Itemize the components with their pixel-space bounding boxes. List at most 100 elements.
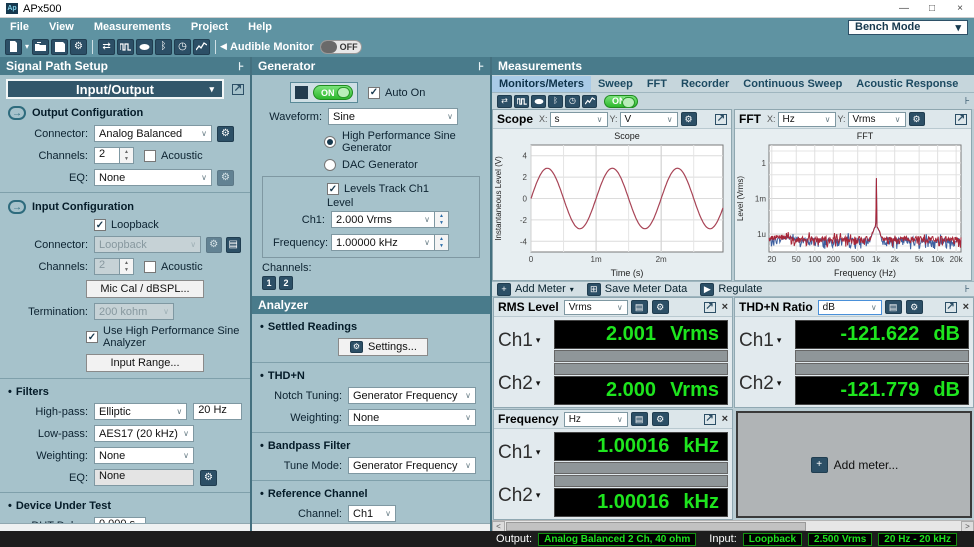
input-channels-stepper[interactable]: ▲▼	[120, 258, 134, 275]
input-range-button[interactable]: Input Range...	[86, 354, 204, 372]
mic-cal-button[interactable]: Mic Cal / dBSPL...	[86, 280, 204, 298]
analyzer-icon[interactable]	[531, 95, 546, 108]
notch-tuning-dropdown[interactable]: Generator Frequency	[348, 387, 476, 404]
tab-continuous-sweep[interactable]: Continuous Sweep	[736, 76, 849, 92]
bluetooth-icon[interactable]: ᛒ	[155, 39, 172, 55]
fft-settings-gear-icon[interactable]: ⚙	[909, 112, 925, 126]
close-icon[interactable]: ×	[963, 301, 969, 313]
close-button[interactable]: ×	[946, 0, 974, 17]
input-output-selector[interactable]: Input/Output ▾	[6, 79, 224, 99]
thdn-unit-dropdown[interactable]: dB	[818, 300, 882, 315]
output-connector-dropdown[interactable]: Analog Balanced	[94, 125, 212, 142]
monitor-chart-icon[interactable]	[193, 39, 210, 55]
scope-popout-icon[interactable]: ↗	[715, 114, 727, 125]
close-icon[interactable]: ×	[722, 301, 728, 313]
scope-y-dropdown[interactable]: V	[620, 112, 678, 127]
bar-display-icon[interactable]: ▤	[631, 300, 648, 314]
input-acoustic-checkbox[interactable]	[144, 261, 156, 273]
input-connector-dropdown[interactable]: Loopback	[94, 236, 201, 253]
rms-unit-dropdown[interactable]: Vrms	[564, 300, 628, 315]
fft-x-dropdown[interactable]: Hz	[778, 112, 836, 127]
dac-generator-radio[interactable]	[324, 159, 336, 171]
gear-icon[interactable]: ⚙	[652, 412, 669, 426]
minimize-button[interactable]: —	[890, 0, 918, 17]
open-project-button[interactable]	[32, 39, 49, 55]
highpass-frequency-input[interactable]: 20 Hz	[193, 403, 242, 420]
channel-selector[interactable]: Ch2▾	[498, 485, 554, 507]
analyzer-weighting-dropdown[interactable]: None	[348, 409, 476, 426]
bluetooth-icon[interactable]: ᛒ	[548, 95, 563, 108]
output-connector-settings-gear-icon[interactable]: ⚙	[217, 126, 234, 142]
highpass-dropdown[interactable]: Elliptic	[94, 403, 187, 420]
popout-icon[interactable]: ↗	[232, 84, 244, 95]
monitor-chart-icon[interactable]	[582, 95, 597, 108]
tab-fft[interactable]: FFT	[640, 76, 674, 92]
scope-settings-gear-icon[interactable]: ⚙	[681, 112, 697, 126]
menu-help[interactable]: Help	[238, 21, 282, 33]
fft-popout-icon[interactable]: ↗	[955, 114, 967, 125]
monitors-on-toggle[interactable]: ON	[604, 95, 638, 108]
generator-waveform-icon[interactable]	[514, 95, 529, 108]
frequency-stepper[interactable]: ▲▼	[435, 234, 449, 251]
gear-icon[interactable]: ⚙	[652, 300, 669, 314]
channel-selector[interactable]: Ch1▾	[498, 442, 554, 464]
settings-gear-button[interactable]: ⚙	[70, 39, 87, 55]
generator-on-toggle[interactable]: ON	[290, 82, 358, 103]
channel-selector[interactable]: Ch1▾	[498, 330, 554, 352]
signal-path-setup-icon[interactable]: ⇄	[98, 39, 115, 55]
popout-icon[interactable]: ↗	[704, 414, 716, 425]
menu-project[interactable]: Project	[181, 21, 238, 33]
tab-acoustic-response[interactable]: Acoustic Response	[849, 76, 965, 92]
filters-eq-gear-icon[interactable]: ⚙	[200, 470, 217, 486]
audible-monitor-toggle[interactable]: OFF	[320, 40, 362, 54]
tab-monitors-meters[interactable]: Monitors/Meters	[492, 76, 591, 92]
tab-recorder[interactable]: Recorder	[674, 76, 736, 92]
input-connector-gear-icon[interactable]: ⚙	[206, 237, 221, 253]
add-meter-placeholder[interactable]: + Add meter...	[736, 411, 972, 518]
channel-1-button[interactable]: 1	[262, 276, 276, 290]
output-channels-stepper[interactable]: ▲▼	[120, 147, 134, 164]
termination-dropdown[interactable]: 200 kohm	[94, 303, 174, 320]
save-meter-data-button[interactable]: ⊞ Save Meter Data	[586, 283, 688, 296]
scope-x-dropdown[interactable]: s	[550, 112, 608, 127]
ch1-level-stepper[interactable]: ▲▼	[435, 211, 449, 228]
bench-mode-dropdown[interactable]: Bench Mode ▾	[848, 20, 968, 35]
bar-display-icon[interactable]: ▤	[631, 412, 648, 426]
weighting-dropdown[interactable]: None	[94, 447, 194, 464]
add-meter-button[interactable]: + Add Meter ▾	[496, 283, 574, 296]
output-eq-dropdown[interactable]: None	[94, 169, 212, 186]
auto-on-checkbox[interactable]: ✓	[368, 87, 380, 99]
channel-selector[interactable]: Ch1▾	[739, 330, 795, 352]
fft-y-dropdown[interactable]: Vrms	[848, 112, 906, 127]
loopback-checkbox[interactable]: ✓	[94, 219, 106, 231]
close-icon[interactable]: ×	[722, 413, 728, 425]
channel-selector[interactable]: Ch2▾	[739, 373, 795, 395]
levels-track-checkbox[interactable]: ✓	[327, 183, 339, 195]
settings-button[interactable]: ⚙ Settings...	[338, 338, 428, 356]
analyzer-icon[interactable]	[136, 39, 153, 55]
pin-icon[interactable]: ⊦	[238, 60, 244, 73]
frequency-unit-dropdown[interactable]: Hz	[564, 412, 628, 427]
menu-view[interactable]: View	[39, 21, 84, 33]
new-project-caret-icon[interactable]: ▾	[25, 42, 29, 51]
frequency-dropdown[interactable]: 1.00000 kHz	[331, 234, 435, 251]
popout-icon[interactable]: ↗	[945, 302, 957, 313]
pin-icon[interactable]: ⊦	[478, 60, 484, 73]
clock-icon[interactable]: ◷	[565, 95, 580, 108]
hp-sine-generator-radio[interactable]	[324, 136, 336, 148]
menu-file[interactable]: File	[0, 21, 39, 33]
output-eq-gear-icon[interactable]: ⚙	[217, 170, 234, 186]
channel-2-button[interactable]: 2	[279, 276, 293, 290]
hp-sine-analyzer-checkbox[interactable]: ✓	[86, 331, 98, 343]
input-channels-input[interactable]: 2	[94, 258, 120, 275]
scrollbar-thumb[interactable]	[506, 522, 806, 531]
clock-icon[interactable]: ◷	[174, 39, 191, 55]
waveform-dropdown[interactable]: Sine	[328, 108, 458, 125]
menu-measurements[interactable]: Measurements	[84, 21, 181, 33]
generator-waveform-icon[interactable]	[117, 39, 134, 55]
regulate-button[interactable]: ▶ Regulate	[699, 283, 762, 296]
pin-icon[interactable]: ⊦	[965, 96, 970, 107]
output-channels-input[interactable]: 2	[94, 147, 120, 164]
signal-path-icon[interactable]: ⇄	[497, 95, 512, 108]
filters-eq-field[interactable]: None	[94, 469, 194, 486]
